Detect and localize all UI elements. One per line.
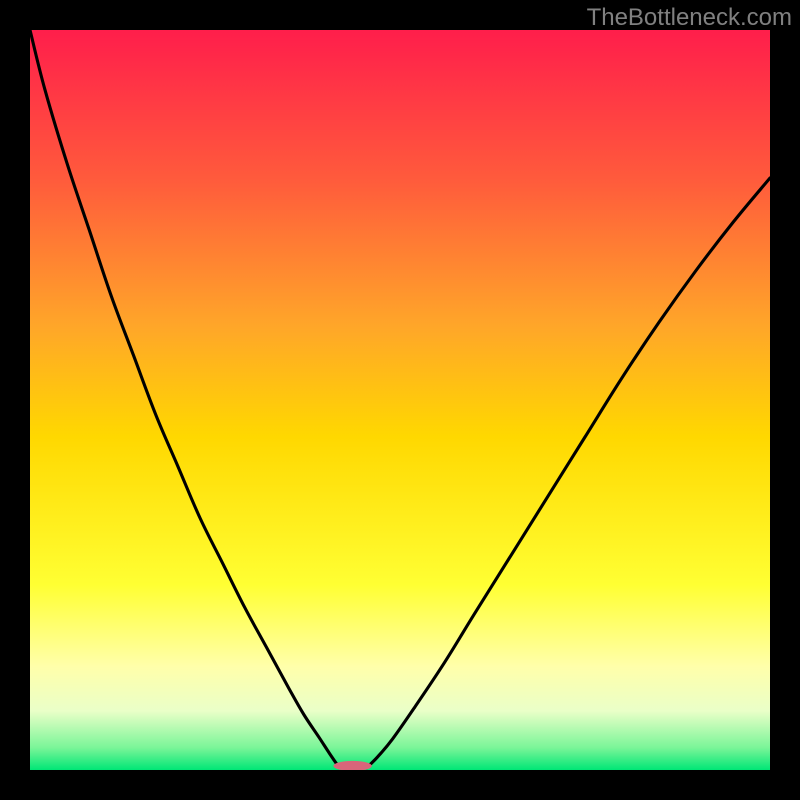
gradient-rect	[30, 30, 770, 770]
chart-container: TheBottleneck.com	[0, 0, 800, 800]
watermark-text: TheBottleneck.com	[587, 4, 792, 32]
bottleneck-chart	[30, 30, 770, 770]
